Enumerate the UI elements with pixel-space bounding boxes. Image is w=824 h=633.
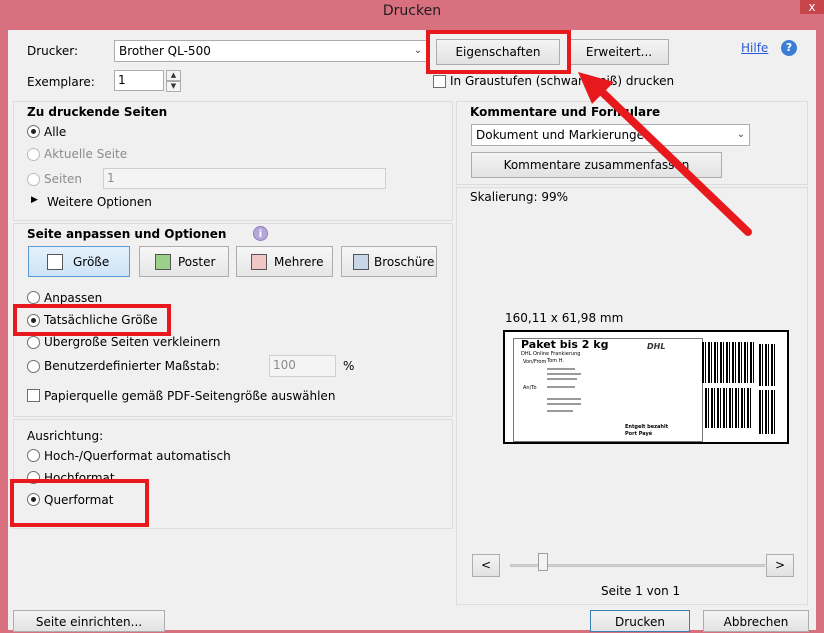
preview-dimensions: 160,11 x 61,98 mm [505,311,624,325]
copies-label: Exemplare: [27,75,95,89]
expand-arrow-icon[interactable]: ▶ [31,195,38,205]
close-icon[interactable]: x [800,0,824,14]
fit-label: Anpassen [44,291,103,305]
pages-current-radio[interactable] [27,148,40,161]
orientation-auto-radio[interactable] [27,449,40,462]
label-postage-line-2: Port Payé [625,431,653,437]
paper-source-label: Papierquelle gemäß PDF-Seitengröße auswä… [44,389,336,403]
size-mode-button[interactable]: Größe [28,246,130,277]
dhl-logo: DHL [647,342,666,351]
window-titlebar: Drucken [0,0,824,22]
pages-heading: Zu druckende Seiten [27,105,168,119]
printer-value: Brother QL-500 [119,44,211,58]
booklet-mode-label: Broschüre [374,255,435,269]
chevron-down-icon: ⌄ [413,45,423,56]
label-from-name: Tom H. [547,358,564,364]
info-icon[interactable]: i [253,226,268,241]
label-title: Paket bis 2 kg [521,338,609,351]
pages-all-label: Alle [44,125,67,139]
pages-all-radio[interactable] [27,125,40,138]
label-postage-line-1: Entgelt bezahlt [625,424,669,430]
annotation-box-landscape [10,479,149,527]
multiple-mode-button[interactable]: Mehrere [236,246,333,277]
paper-source-checkbox[interactable] [27,389,40,402]
orientation-heading: Ausrichtung: [27,429,104,443]
page-slider-track[interactable] [510,564,765,567]
custom-scale-label: Benutzerdefinierter Maßstab: [44,359,220,373]
sizing-heading: Seite anpassen und Optionen [27,227,227,241]
copies-up-button[interactable]: ▲ [166,70,181,81]
window-title: Drucken [382,3,442,19]
copies-down-button[interactable]: ▼ [166,81,181,92]
shrink-oversized-radio[interactable] [27,336,40,349]
more-options-toggle[interactable]: Weitere Optionen [47,195,152,209]
size-icon [47,254,63,270]
page-info: Seite 1 von 1 [601,584,681,598]
booklet-icon [353,254,369,270]
multiple-mode-label: Mehrere [274,255,324,269]
annotation-arrow-icon [578,72,752,236]
custom-scale-input[interactable]: 100 [269,355,336,377]
pages-range-radio[interactable] [27,173,40,186]
page-preview: Paket bis 2 kg DHL Online Frankierung DH… [503,330,789,444]
previous-page-button[interactable]: < [472,554,500,577]
scale-label: Skalierung: [470,190,538,204]
cancel-button[interactable]: Abbrechen [703,610,809,632]
grayscale-checkbox[interactable] [433,75,446,88]
label-to-label: An/To [523,385,537,391]
fit-radio[interactable] [27,291,40,304]
next-page-button[interactable]: > [766,554,794,577]
orientation-auto-label: Hoch-/Querformat automatisch [44,449,231,463]
pages-current-label: Aktuelle Seite [44,147,128,161]
printer-select[interactable]: Brother QL-500 ⌄ [114,40,427,62]
print-button[interactable]: Drucken [590,610,690,632]
poster-mode-button[interactable]: Poster [139,246,229,277]
size-mode-label: Größe [73,255,110,269]
barcode-bottom [705,388,753,428]
annotation-box-properties [426,30,571,74]
percent-label: % [343,359,355,373]
pages-range-input[interactable]: 1 [103,168,386,189]
custom-scale-radio[interactable] [27,360,40,373]
page-setup-button[interactable]: Seite einrichten... [13,610,165,632]
booklet-mode-button[interactable]: Broschüre [341,246,437,277]
help-icon[interactable]: ? [781,40,797,56]
annotation-box-actual-size [13,304,171,336]
pages-range-label: Seiten [44,172,83,186]
page-slider-thumb[interactable] [538,553,548,571]
barcode-side-bottom [759,390,777,434]
label-from-label: Von/From [523,359,547,365]
label-subtitle: DHL Online Frankierung [521,351,581,357]
poster-icon [155,254,171,270]
printer-label: Drucker: [27,44,79,58]
copies-input[interactable]: 1 [114,70,164,91]
barcode-side-top [759,344,777,386]
barcode-top [702,342,754,383]
shrink-oversized-label: Übergroße Seiten verkleinern [44,335,221,349]
help-link[interactable]: Hilfe [741,41,768,55]
poster-mode-label: Poster [178,255,216,269]
multiple-pages-icon [251,254,267,270]
